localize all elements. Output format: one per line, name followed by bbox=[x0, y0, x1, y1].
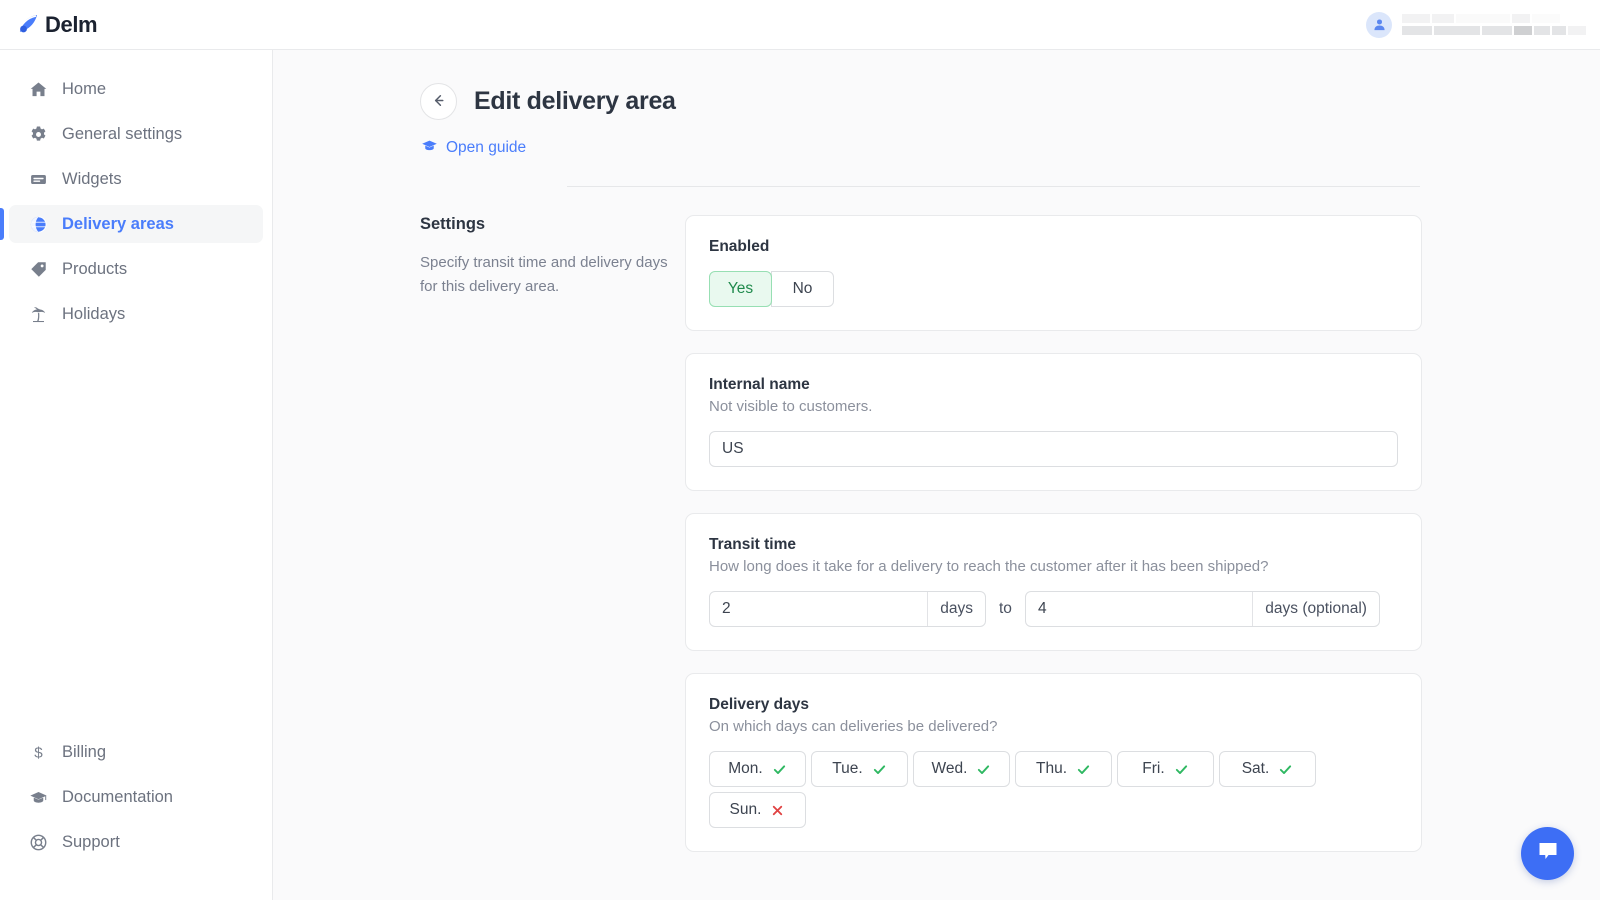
arrow-left-icon bbox=[430, 92, 447, 112]
open-guide-link[interactable]: Open guide bbox=[421, 137, 1600, 159]
chat-launcher-button[interactable] bbox=[1521, 827, 1574, 880]
sidebar-secondary-nav: $ Billing Documentation bbox=[0, 733, 272, 868]
transit-time-label: Transit time bbox=[709, 536, 1398, 554]
sidebar-item-general-settings[interactable]: General settings bbox=[9, 115, 263, 153]
sidebar-item-label: Products bbox=[62, 261, 127, 278]
delivery-days-label: Delivery days bbox=[709, 696, 1398, 714]
life-ring-icon bbox=[28, 832, 48, 852]
back-button[interactable] bbox=[420, 83, 457, 120]
day-label: Fri. bbox=[1142, 760, 1164, 778]
transit-max-suffix: days (optional) bbox=[1252, 592, 1379, 626]
sidebar-primary-nav: Home General settings Widgets bbox=[0, 50, 272, 333]
day-label: Tue. bbox=[832, 760, 862, 778]
enabled-yes-button[interactable]: Yes bbox=[709, 271, 772, 307]
gear-icon bbox=[28, 124, 48, 144]
day-chip-sat[interactable]: Sat. bbox=[1219, 751, 1316, 787]
sidebar-item-label: Billing bbox=[62, 744, 106, 761]
day-label: Mon. bbox=[728, 760, 762, 778]
sidebar-item-widgets[interactable]: Widgets bbox=[9, 160, 263, 198]
internal-name-label: Internal name bbox=[709, 376, 1398, 394]
day-label: Wed. bbox=[932, 760, 968, 778]
cross-icon bbox=[770, 803, 785, 818]
enabled-card: Enabled Yes No bbox=[685, 215, 1422, 331]
sidebar-item-holidays[interactable]: Holidays bbox=[9, 295, 263, 333]
day-chip-wed[interactable]: Wed. bbox=[913, 751, 1010, 787]
sidebar-item-label: Holidays bbox=[62, 306, 125, 323]
globe-icon bbox=[28, 214, 48, 234]
top-bar: Delm bbox=[0, 0, 1600, 50]
settings-cards-column: Enabled Yes No Internal name Not visible… bbox=[685, 215, 1422, 874]
transit-separator-label: to bbox=[999, 600, 1012, 618]
sidebar-item-documentation[interactable]: Documentation bbox=[9, 778, 263, 816]
widget-icon bbox=[28, 169, 48, 189]
title-row: Edit delivery area bbox=[420, 83, 1600, 120]
open-guide-label: Open guide bbox=[446, 139, 526, 157]
settings-heading: Settings bbox=[420, 215, 685, 234]
day-label: Sat. bbox=[1242, 760, 1270, 778]
brand-name: Delm bbox=[45, 12, 97, 38]
day-chip-thu[interactable]: Thu. bbox=[1015, 751, 1112, 787]
account-name-redacted bbox=[1402, 14, 1586, 35]
internal-name-input[interactable] bbox=[709, 431, 1398, 467]
enabled-toggle-group: Yes No bbox=[709, 271, 1398, 307]
svg-text:$: $ bbox=[34, 744, 43, 761]
user-avatar-icon[interactable] bbox=[1366, 12, 1392, 38]
sidebar-item-home[interactable]: Home bbox=[9, 70, 263, 108]
graduation-cap-icon bbox=[421, 137, 438, 159]
day-label: Thu. bbox=[1036, 760, 1067, 778]
transit-max-input[interactable] bbox=[1026, 592, 1252, 626]
home-icon bbox=[28, 79, 48, 99]
check-icon bbox=[872, 762, 887, 777]
settings-description: Specify transit time and delivery days f… bbox=[420, 251, 685, 298]
account-area[interactable] bbox=[1366, 12, 1586, 38]
brand-logo[interactable]: Delm bbox=[15, 12, 97, 38]
transit-max-group: days (optional) bbox=[1025, 591, 1380, 627]
settings-body: Settings Specify transit time and delive… bbox=[273, 187, 1600, 874]
internal-name-hint: Not visible to customers. bbox=[709, 398, 1398, 415]
transit-time-hint: How long does it take for a delivery to … bbox=[709, 558, 1398, 575]
main-content: Edit delivery area Open guide Settings S… bbox=[273, 50, 1600, 900]
sidebar-item-label: Delivery areas bbox=[62, 216, 174, 233]
sidebar-item-support[interactable]: Support bbox=[9, 823, 263, 861]
chat-bubble-icon bbox=[1535, 838, 1561, 869]
transit-time-inputs: days to days (optional) bbox=[709, 591, 1398, 627]
check-icon bbox=[1076, 762, 1091, 777]
page-title: Edit delivery area bbox=[474, 87, 676, 116]
sidebar-item-label: Home bbox=[62, 81, 106, 98]
delm-arrow-logo-icon bbox=[15, 12, 41, 38]
sidebar: Home General settings Widgets bbox=[0, 50, 273, 900]
sidebar-item-label: General settings bbox=[62, 126, 182, 143]
check-icon bbox=[976, 762, 991, 777]
check-icon bbox=[1278, 762, 1293, 777]
enabled-no-button[interactable]: No bbox=[771, 271, 834, 307]
palm-tree-icon bbox=[28, 304, 48, 324]
day-chip-mon[interactable]: Mon. bbox=[709, 751, 806, 787]
day-label: Sun. bbox=[730, 801, 762, 819]
check-icon bbox=[772, 762, 787, 777]
sidebar-item-label: Widgets bbox=[62, 171, 122, 188]
tag-icon bbox=[28, 259, 48, 279]
dollar-icon: $ bbox=[28, 742, 48, 762]
transit-min-suffix: days bbox=[927, 592, 985, 626]
settings-description-column: Settings Specify transit time and delive… bbox=[420, 215, 685, 874]
sidebar-item-delivery-areas[interactable]: Delivery areas bbox=[9, 205, 263, 243]
transit-min-input[interactable] bbox=[710, 592, 927, 626]
sidebar-item-products[interactable]: Products bbox=[9, 250, 263, 288]
delivery-days-hint: On which days can deliveries be delivere… bbox=[709, 718, 1398, 735]
day-chip-fri[interactable]: Fri. bbox=[1117, 751, 1214, 787]
delivery-days-chips: Mon. Tue. Wed. bbox=[709, 751, 1322, 828]
day-chip-sun[interactable]: Sun. bbox=[709, 792, 806, 828]
sidebar-item-billing[interactable]: $ Billing bbox=[9, 733, 263, 771]
delivery-days-card: Delivery days On which days can deliveri… bbox=[685, 673, 1422, 852]
check-icon bbox=[1174, 762, 1189, 777]
page-header: Edit delivery area Open guide bbox=[273, 50, 1600, 187]
transit-time-card: Transit time How long does it take for a… bbox=[685, 513, 1422, 651]
internal-name-card: Internal name Not visible to customers. bbox=[685, 353, 1422, 491]
transit-min-group: days bbox=[709, 591, 986, 627]
enabled-label: Enabled bbox=[709, 238, 1398, 256]
sidebar-item-label: Support bbox=[62, 834, 120, 851]
sidebar-item-label: Documentation bbox=[62, 789, 173, 806]
graduation-cap-icon bbox=[28, 787, 48, 807]
day-chip-tue[interactable]: Tue. bbox=[811, 751, 908, 787]
